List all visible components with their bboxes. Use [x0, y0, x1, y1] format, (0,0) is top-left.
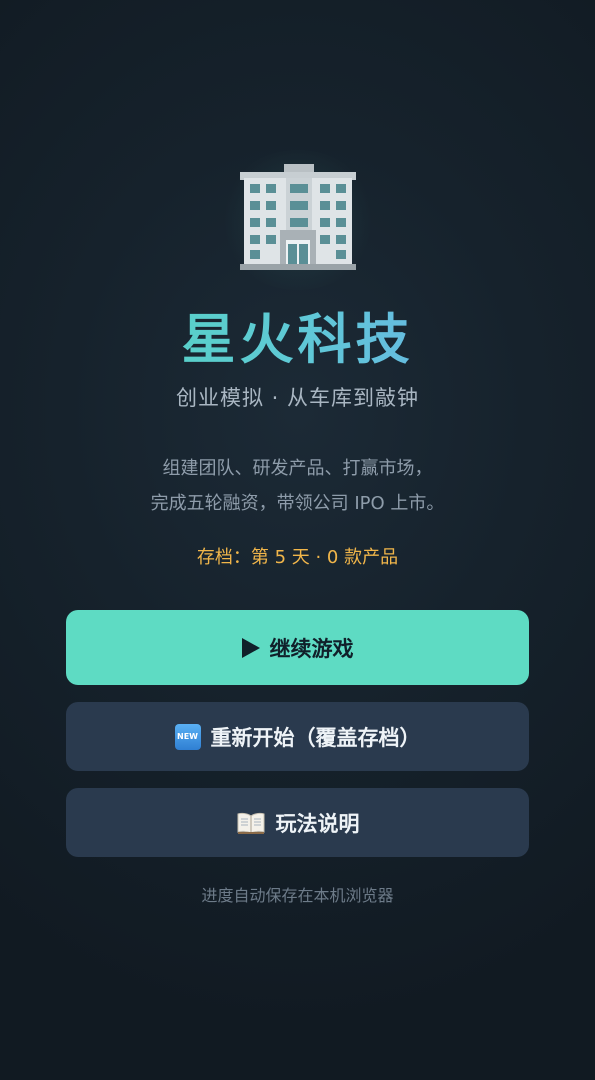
continue-game-label: 继续游戏 — [269, 636, 354, 661]
game-subtitle: 创业模拟 · 从车库到敲钟 — [175, 386, 420, 410]
restart-game-button[interactable]: NEW 重新开始（覆盖存档） — [66, 702, 529, 771]
restart-game-label: 重新开始（覆盖存档） — [210, 725, 421, 750]
open-book-icon — [236, 811, 266, 835]
autosave-note: 进度自动保存在本机浏览器 — [201, 886, 394, 905]
how-to-play-button[interactable]: 玩法说明 — [66, 788, 529, 857]
game-title: 星火科技 — [0, 302, 595, 378]
new-badge-icon: NEW — [174, 723, 201, 750]
new-badge-text: NEW — [174, 723, 201, 750]
game-description: 组建团队、研发产品、打赢市场， 完成五轮融资，带领公司 IPO 上市。 — [0, 451, 595, 521]
office-building-icon — [232, 160, 362, 278]
start-screen: 星火科技 创业模拟 · 从车库到敲钟 组建团队、研发产品、打赢市场， 完成五轮融… — [0, 0, 595, 1080]
description-line: 组建团队、研发产品、打赢市场， — [162, 458, 433, 479]
play-icon — [241, 637, 260, 658]
continue-game-button[interactable]: 继续游戏 — [66, 610, 529, 685]
description-line: 完成五轮融资，带领公司 IPO 上市。 — [150, 493, 445, 514]
save-status: 存档：第 5 天 · 0 款产品 — [196, 547, 399, 568]
how-to-play-label: 玩法说明 — [275, 811, 360, 836]
